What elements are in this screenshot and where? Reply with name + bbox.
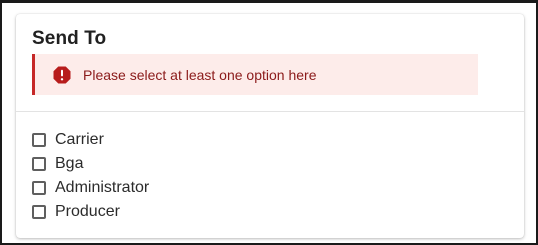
- option-label: Producer: [55, 203, 120, 220]
- option-bga[interactable]: Bga: [32, 152, 149, 176]
- checkbox-producer[interactable]: [32, 205, 46, 219]
- validation-alert: Please select at least one option here: [32, 54, 478, 95]
- option-administrator[interactable]: Administrator: [32, 176, 149, 200]
- option-label: Bga: [55, 155, 84, 172]
- option-label: Carrier: [55, 131, 104, 148]
- checkbox-bga[interactable]: [32, 157, 46, 171]
- checkbox-carrier[interactable]: [32, 133, 46, 147]
- option-carrier[interactable]: Carrier: [32, 128, 149, 152]
- option-producer[interactable]: Producer: [32, 200, 149, 224]
- window-frame: Send To Please select at least one optio…: [0, 0, 538, 245]
- error-octagon-icon: [53, 66, 71, 84]
- alert-message: Please select at least one option here: [83, 66, 317, 83]
- send-to-options: Carrier Bga Administrator Producer: [32, 128, 149, 224]
- send-to-card: Send To Please select at least one optio…: [16, 14, 524, 238]
- card-title: Send To: [32, 28, 107, 49]
- divider: [16, 111, 524, 112]
- checkbox-administrator[interactable]: [32, 181, 46, 195]
- option-label: Administrator: [55, 179, 150, 196]
